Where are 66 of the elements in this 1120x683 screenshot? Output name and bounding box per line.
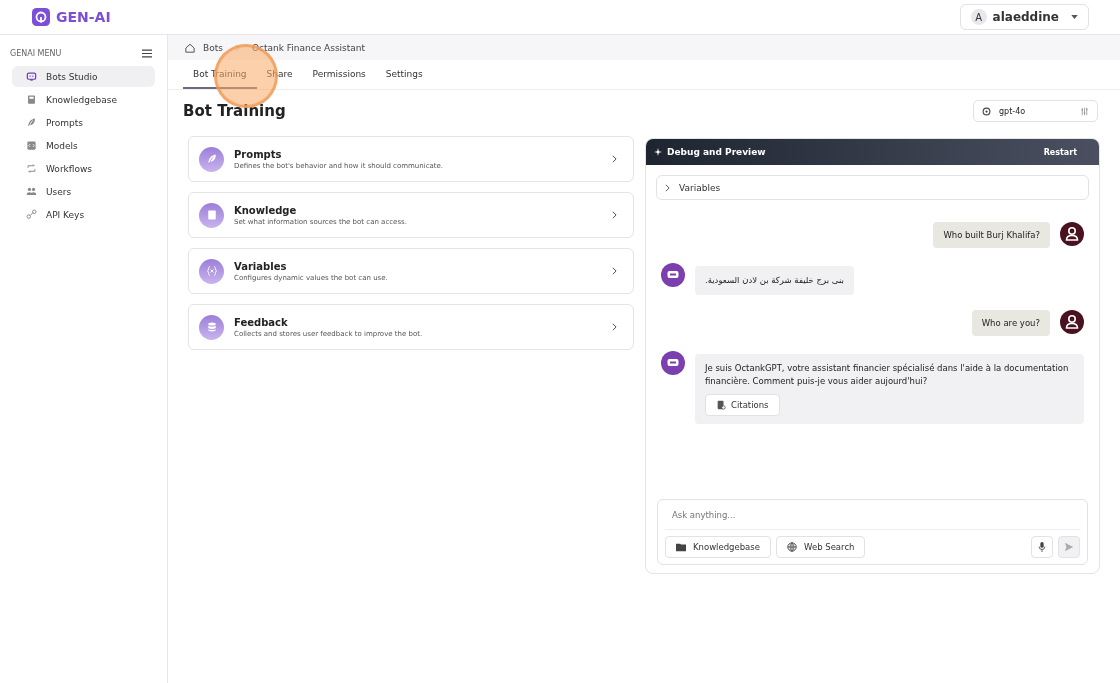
database-icon bbox=[205, 321, 218, 333]
chat-composer[interactable]: Ask anything... Knowledgebase Web Search bbox=[657, 499, 1088, 565]
bot-icon bbox=[26, 71, 37, 82]
restart-button[interactable]: Restart bbox=[1037, 146, 1083, 158]
citations-button[interactable]: Citations bbox=[705, 394, 780, 417]
tab[interactable]: Permissions bbox=[302, 60, 376, 89]
globe-icon bbox=[787, 542, 797, 552]
bot-message: Je suis OctankGPT, votre assistant financier spécialisé dans l'aide à la documentation financière. Comment puis-je vous aider aujourd'hui? bbox=[705, 361, 1070, 388]
tool-button[interactable]: Web Search bbox=[776, 536, 866, 558]
sidebar-item[interactable]: Workflows bbox=[12, 158, 155, 179]
sidebar-item[interactable]: Knowledgebase bbox=[12, 89, 155, 110]
folder-icon bbox=[676, 542, 686, 552]
users-icon bbox=[26, 186, 37, 197]
variables-toggle[interactable]: Variables bbox=[656, 175, 1089, 200]
user-avatar-icon bbox=[1060, 309, 1084, 334]
key-icon bbox=[26, 209, 37, 220]
model-icon bbox=[982, 106, 991, 116]
tab[interactable]: Settings bbox=[375, 60, 433, 89]
tool-button[interactable]: Knowledgebase bbox=[665, 536, 771, 558]
sidebar-item[interactable]: Prompts bbox=[12, 112, 155, 133]
feather-icon bbox=[205, 153, 218, 165]
app-logo-text: GEN-AI bbox=[56, 9, 111, 25]
sidebar-item[interactable]: Models bbox=[12, 135, 155, 156]
feather-icon bbox=[26, 117, 37, 128]
model-selector[interactable]: gpt-4o bbox=[973, 100, 1098, 122]
card-title: Variables bbox=[234, 260, 288, 272]
card-title: Prompts bbox=[234, 148, 283, 160]
chevron-icon bbox=[612, 155, 617, 163]
caret-icon bbox=[1071, 15, 1078, 19]
home-icon bbox=[185, 42, 195, 53]
user-avatar-icon bbox=[1060, 222, 1084, 246]
document-icon bbox=[716, 400, 726, 411]
logo-icon bbox=[32, 8, 50, 26]
card-title: Feedback bbox=[234, 316, 289, 328]
chevron-icon bbox=[612, 267, 617, 275]
bot-avatar-icon bbox=[661, 350, 685, 375]
chevron-icon bbox=[612, 323, 617, 331]
model-icon bbox=[26, 140, 37, 151]
variable-icon bbox=[205, 265, 218, 277]
bot-avatar-icon bbox=[661, 263, 685, 287]
user-menu-button[interactable]: A alaeddine bbox=[959, 4, 1089, 30]
preview-title: Debug and Preview bbox=[667, 147, 767, 157]
sidebar-item[interactable]: Users bbox=[12, 181, 155, 202]
user-message: Who built Burj Khalifa? bbox=[933, 222, 1050, 248]
workflow-icon bbox=[26, 163, 37, 174]
book-icon bbox=[205, 209, 218, 221]
chevron-icon bbox=[665, 183, 670, 192]
card-title: Knowledge bbox=[234, 204, 298, 216]
breadcrumb-link[interactable]: Bots bbox=[203, 42, 223, 53]
sidebar-heading: GENAI MENU bbox=[10, 49, 62, 58]
sidebar-item[interactable]: Bots Studio bbox=[12, 66, 155, 87]
sparkle-icon bbox=[654, 148, 662, 156]
menu-icon[interactable] bbox=[142, 49, 152, 58]
user-avatar: A bbox=[970, 9, 987, 25]
user-message: Who are you? bbox=[971, 309, 1050, 336]
chevron-icon bbox=[234, 43, 240, 52]
book-icon bbox=[26, 94, 37, 105]
microphone-icon bbox=[1037, 542, 1047, 552]
tab[interactable]: Bot Training bbox=[183, 60, 257, 89]
sidebar-item[interactable]: API Keys bbox=[12, 204, 155, 225]
bot-message: بنى برج خليفة شركة بن لادن السعودية. bbox=[705, 274, 844, 287]
microphone-button[interactable] bbox=[1031, 536, 1053, 558]
sliders-icon bbox=[1080, 106, 1089, 116]
chevron-icon bbox=[612, 211, 617, 219]
page-title: Bot Training bbox=[183, 102, 287, 120]
send-icon bbox=[1064, 542, 1074, 552]
